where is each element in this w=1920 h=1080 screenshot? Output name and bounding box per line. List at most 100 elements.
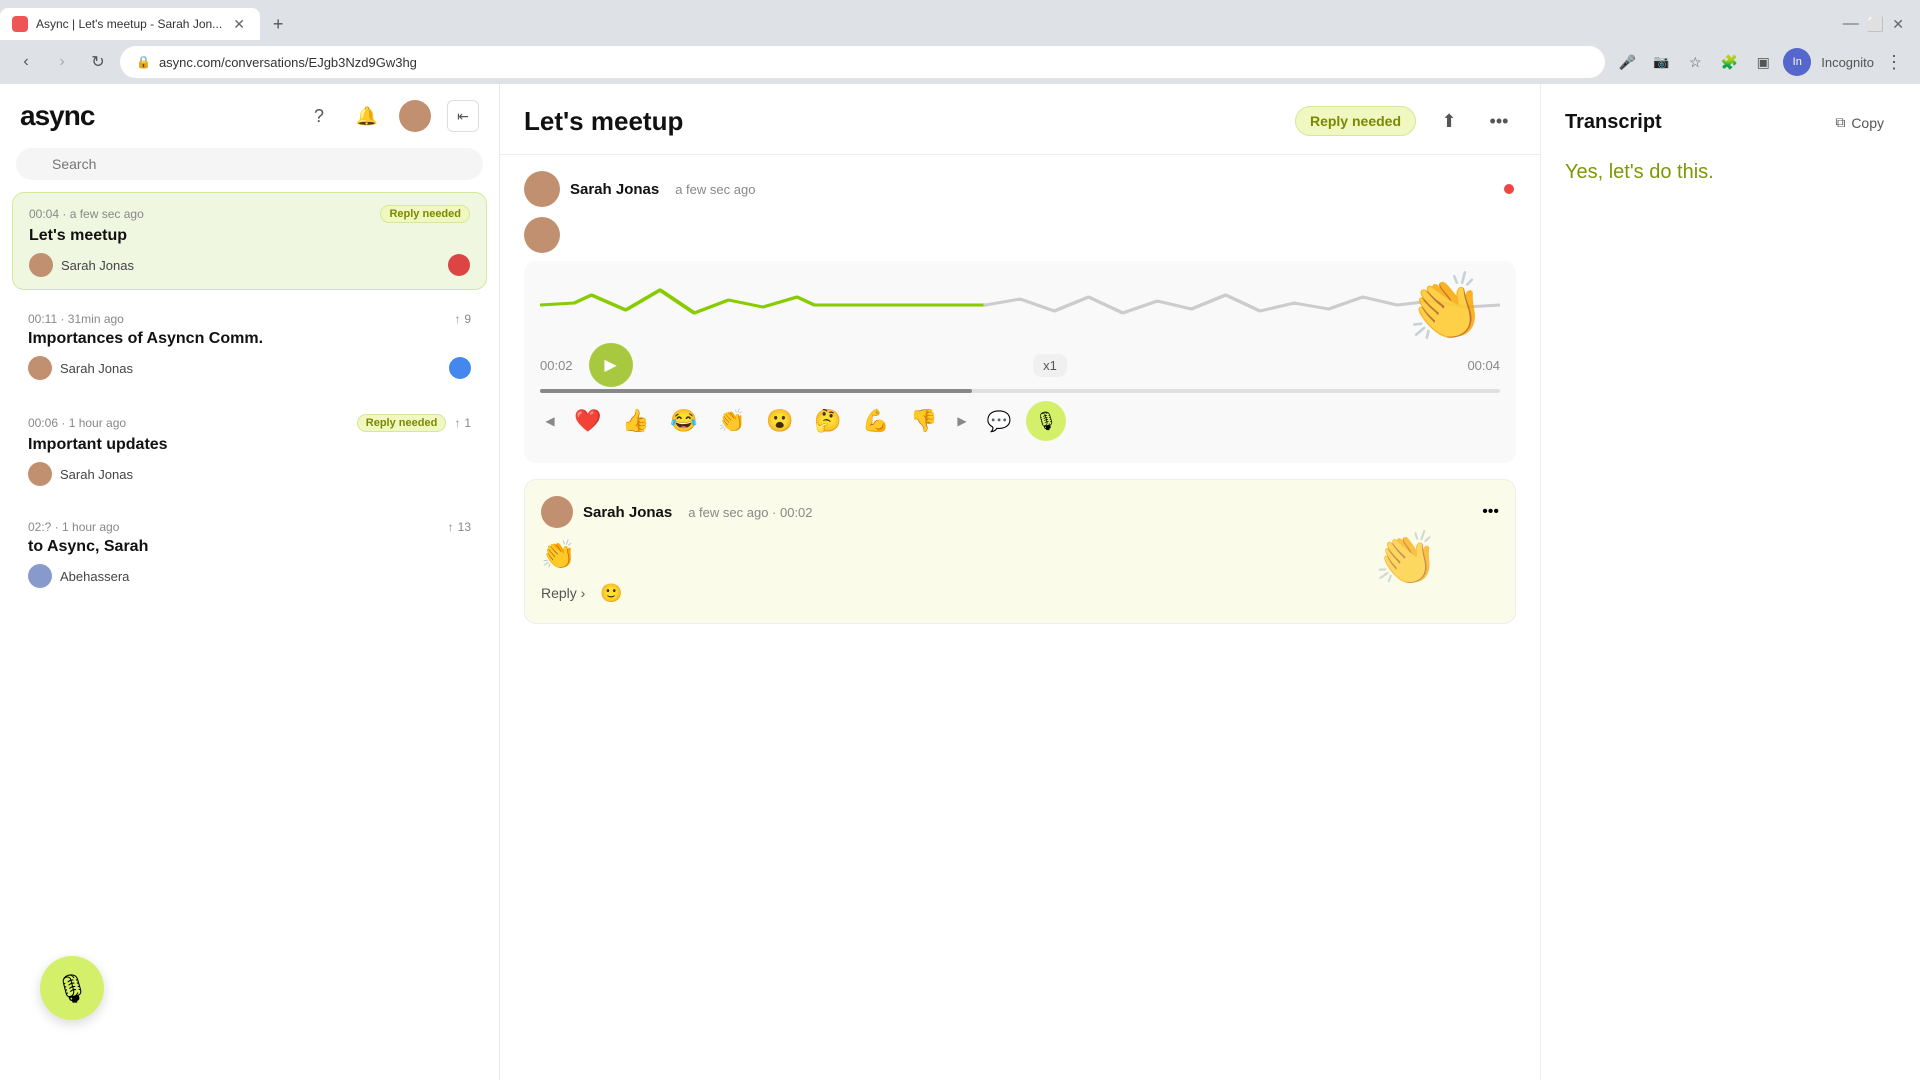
sidebar-browser-button[interactable]: ▣ xyxy=(1749,48,1777,76)
maximize-button[interactable]: ⬜ xyxy=(1867,16,1884,33)
camera-browser-icon[interactable]: 📷 xyxy=(1647,48,1675,76)
sidebar-footer: 🎙 xyxy=(0,1000,499,1080)
conv-footer-4: Abehassera xyxy=(28,564,471,588)
page-title: Let's meetup xyxy=(524,106,1279,137)
profile-button[interactable]: In xyxy=(1783,48,1811,76)
refresh-button[interactable]: ↻ xyxy=(84,48,112,76)
clap-emoji-large: 👏 xyxy=(1403,268,1489,350)
comment-button[interactable]: 💬 xyxy=(980,402,1018,440)
conv-item-header: 00:04 · a few sec ago Reply needed xyxy=(29,205,470,223)
reaction-wow[interactable]: 😮 xyxy=(760,401,800,441)
reply-needed-button[interactable]: Reply needed xyxy=(1295,106,1416,136)
transcript-text: Yes, let's do this. xyxy=(1565,157,1896,187)
reply-needed-badge-1: Reply needed xyxy=(380,205,470,223)
transcript-panel: Transcript ⧉ Copy Yes, let's do this. xyxy=(1540,84,1920,1080)
reaction-laugh[interactable]: 😂 xyxy=(664,401,704,441)
conv-meta-3: 00:06 · 1 hour ago xyxy=(28,416,126,430)
list-item[interactable]: 02:? · 1 hour ago ↑13 to Async, Sarah Ab… xyxy=(12,508,487,600)
conv-avatar-2 xyxy=(28,356,52,380)
clap-emoji-reply: 👏 xyxy=(1374,528,1439,589)
reply-more-button[interactable]: ••• xyxy=(1482,503,1499,521)
mic-float-button[interactable]: 🎙 xyxy=(40,956,104,1020)
conv-avatar-4 xyxy=(28,564,52,588)
collapse-sidebar-icon[interactable]: ⇤ xyxy=(447,100,479,132)
conv-author-3: Sarah Jonas xyxy=(60,467,133,482)
transcript-header: Transcript ⧉ Copy xyxy=(1565,108,1896,137)
close-window-button[interactable]: ✕ xyxy=(1892,16,1904,33)
bell-icon[interactable]: 🔔 xyxy=(351,100,383,132)
conv-avatar-1 xyxy=(29,253,53,277)
conv-item-header-4: 02:? · 1 hour ago ↑13 xyxy=(28,520,471,534)
sidebar-icons: ? 🔔 ⇤ xyxy=(303,100,479,132)
vote-badge-4: ↑13 xyxy=(448,520,471,534)
star-button[interactable]: ☆ xyxy=(1681,48,1709,76)
reactions-scroll-left[interactable]: ◀ xyxy=(540,411,560,431)
sidebar: async ? 🔔 ⇤ 🔍 00:04 · a few sec ago Repl… xyxy=(0,84,500,1080)
waveform-display xyxy=(540,275,1500,335)
help-icon[interactable]: ? xyxy=(303,100,335,132)
main-content: Let's meetup Reply needed ⬆ ••• Sarah Jo… xyxy=(500,84,1540,1080)
app-container: async ? 🔔 ⇤ 🔍 00:04 · a few sec ago Repl… xyxy=(0,84,1920,1080)
search-wrapper: 🔍 xyxy=(16,148,483,180)
conv-meta-4: 02:? · 1 hour ago xyxy=(28,520,119,534)
reply-message: Sarah Jonas a few sec ago · 00:02 ••• 👏 … xyxy=(524,479,1516,624)
play-button[interactable]: ▶ xyxy=(589,343,633,387)
reactions-scroll-right[interactable]: ▶ xyxy=(952,411,972,431)
add-emoji-button[interactable]: 🙂 xyxy=(597,579,625,607)
reaction-thumbsup[interactable]: 👍 xyxy=(616,401,656,441)
list-item[interactable]: 00:06 · 1 hour ago Reply needed ↑1 Impor… xyxy=(12,402,487,498)
sender-avatar xyxy=(524,171,560,207)
tab-title: Async | Let's meetup - Sarah Jon... xyxy=(36,17,222,31)
reply-button[interactable]: Reply › xyxy=(541,585,585,601)
url-text: async.com/conversations/EJgb3Nzd9Gw3hg xyxy=(159,55,417,70)
reply-needed-badge-3: Reply needed xyxy=(357,414,447,432)
mic-reaction-button[interactable]: 🎙 xyxy=(1026,401,1066,441)
extensions-button[interactable]: 🧩 xyxy=(1715,48,1743,76)
more-options-button[interactable]: ••• xyxy=(1482,104,1516,138)
conv-author-1: Sarah Jonas xyxy=(61,258,134,273)
incognito-label: Incognito xyxy=(1821,55,1874,70)
transcript-title: Transcript xyxy=(1565,111,1662,134)
current-time: 00:02 xyxy=(540,358,573,373)
conversation-header: Let's meetup Reply needed ⬆ ••• xyxy=(500,84,1540,155)
sidebar-header: async ? 🔔 ⇤ xyxy=(0,84,499,148)
message-sender: Sarah Jonas a few sec ago xyxy=(524,171,1516,207)
new-tab-button[interactable]: + xyxy=(264,10,292,38)
reply-sender-time: a few sec ago · 00:02 xyxy=(688,505,812,520)
back-button[interactable]: ‹ xyxy=(12,48,40,76)
conv-title-1: Let's meetup xyxy=(29,227,470,245)
reply-sender-name: Sarah Jonas xyxy=(583,504,672,521)
forward-button[interactable]: › xyxy=(48,48,76,76)
sender-time: a few sec ago xyxy=(675,182,755,197)
reply-sender-avatar xyxy=(541,496,573,528)
share-button[interactable]: ⬆ xyxy=(1432,104,1466,138)
player-controls: 00:02 ▶ x1 00:04 xyxy=(540,343,1500,387)
messages-area: Sarah Jonas a few sec ago xyxy=(500,155,1540,1080)
browser-tab[interactable]: Async | Let's meetup - Sarah Jon... ✕ xyxy=(0,8,260,40)
address-bar[interactable]: 🔒 async.com/conversations/EJgb3Nzd9Gw3hg xyxy=(120,46,1605,78)
app-logo: async xyxy=(20,100,94,132)
conv-title-3: Important updates xyxy=(28,436,471,454)
sender-name: Sarah Jonas xyxy=(570,181,659,198)
minimize-button[interactable]: — xyxy=(1843,15,1859,33)
close-tab-button[interactable]: ✕ xyxy=(230,15,248,33)
conv-title-2: Importances of Asyncn Comm. xyxy=(28,330,471,348)
microphone-browser-icon[interactable]: 🎤 xyxy=(1613,48,1641,76)
list-item[interactable]: 00:04 · a few sec ago Reply needed Let's… xyxy=(12,192,487,290)
reaction-think[interactable]: 🤔 xyxy=(808,401,848,441)
listener-avatar xyxy=(524,217,560,253)
conv-footer-3: Sarah Jonas xyxy=(28,462,471,486)
reaction-thumbsdown[interactable]: 👎 xyxy=(904,401,944,441)
search-input[interactable] xyxy=(16,148,483,180)
lock-icon: 🔒 xyxy=(136,55,151,69)
copy-icon: ⧉ xyxy=(1835,114,1845,131)
reaction-clap[interactable]: 👏 xyxy=(712,401,752,441)
list-item[interactable]: 00:11 · 31min ago ↑9 Importances of Asyn… xyxy=(12,300,487,392)
reaction-flex[interactable]: 💪 xyxy=(856,401,896,441)
user-avatar[interactable] xyxy=(399,100,431,132)
sidebar-list: 00:04 · a few sec ago Reply needed Let's… xyxy=(0,192,499,1000)
copy-button[interactable]: ⧉ Copy xyxy=(1823,108,1896,137)
browser-menu-button[interactable]: ⋮ xyxy=(1880,48,1908,76)
reaction-heart[interactable]: ❤️ xyxy=(568,401,608,441)
speed-button[interactable]: x1 xyxy=(1033,354,1067,377)
